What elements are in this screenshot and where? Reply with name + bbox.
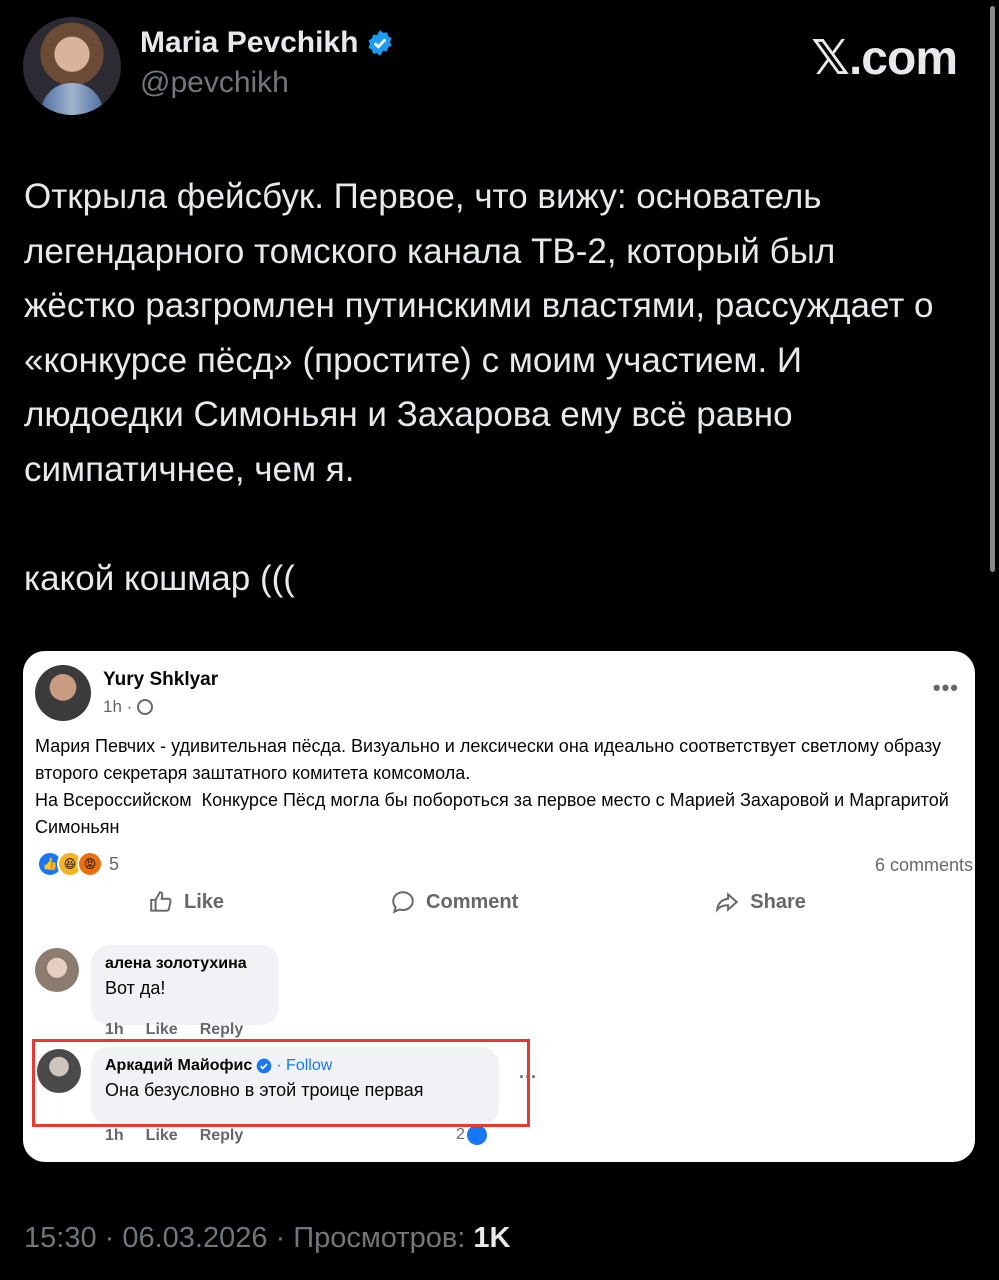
share-arrow-icon (716, 892, 739, 913)
comment-reaction: 2 (456, 1125, 487, 1145)
comment-bubble-icon (392, 891, 414, 914)
tweet-text: Открыла фейсбук. Первое, что вижу: основ… (24, 177, 934, 598)
globe-icon (137, 699, 154, 715)
scrollbar[interactable] (990, 6, 995, 572)
comment-like: Like (145, 1021, 178, 1038)
comment-reaction-count: 2 (456, 1126, 465, 1143)
fb-share-action: Share (714, 889, 806, 915)
fb-post-time: 1h · (103, 697, 133, 716)
comment-bubble: алена золотухина Вот да! (91, 945, 279, 1025)
comment-footer: 1h Like Reply (105, 1127, 243, 1145)
tweet-timestamp[interactable]: 15:30 · 06.03.2026 · Просмотров: (24, 1222, 473, 1254)
fb-author-avatar (35, 665, 91, 721)
like-reaction-icon (466, 1125, 487, 1145)
verified-badge-icon (368, 30, 392, 56)
comment-author: алена золотухина (105, 955, 247, 972)
fb-comment-action: Comment (390, 889, 518, 915)
red-highlight-box (32, 1039, 530, 1127)
author-name-row[interactable]: Maria Pevchikh (140, 26, 394, 60)
comment-footer: 1h Like Reply (105, 1021, 243, 1039)
fb-like-action: Like (148, 889, 224, 915)
author-block: Maria Pevchikh @pevchikh (140, 26, 394, 100)
comment-time: 1h (105, 1021, 124, 1038)
comment-reply: Reply (199, 1127, 244, 1144)
fb-more-icon: ••• (932, 675, 959, 700)
thumbs-up-icon (150, 891, 172, 912)
fb-post-text: Мария Певчих - удивительная пёсда. Визуа… (35, 736, 949, 837)
reaction-count: 5 (109, 853, 120, 874)
angry-reaction-icon: 😡 (77, 851, 103, 877)
tweet-views: 1K (473, 1222, 511, 1254)
fb-reactions: 👍 😆 😡 5 (37, 851, 119, 877)
comment-reply: Reply (199, 1021, 244, 1038)
comment-text: Вот да! (105, 978, 166, 998)
comments-count: 6 comments (874, 855, 973, 875)
fb-share-label: Share (750, 890, 806, 913)
fb-like-label: Like (184, 890, 225, 913)
author-handle[interactable]: @pevchikh (140, 66, 394, 100)
tweet-footer: 15:30 · 06.03.2026 · Просмотров: 1K (24, 1222, 510, 1255)
fb-comment-label: Comment (426, 890, 519, 913)
comment-time: 1h (105, 1127, 124, 1144)
fb-author-name: Yury Shklyar (103, 669, 219, 690)
comment-avatar (35, 948, 79, 992)
comment-like: Like (145, 1127, 178, 1144)
fb-action-bar: Like Comment Share (23, 889, 975, 915)
author-name[interactable]: Maria Pevchikh (140, 26, 358, 60)
author-avatar[interactable] (23, 17, 121, 115)
facebook-screenshot[interactable]: Yury Shklyar 1h · ••• Мария Певчих - уди… (23, 651, 975, 1162)
x-logo: 𝕏.com (811, 32, 958, 85)
fb-post-meta: 1h · (103, 697, 154, 717)
